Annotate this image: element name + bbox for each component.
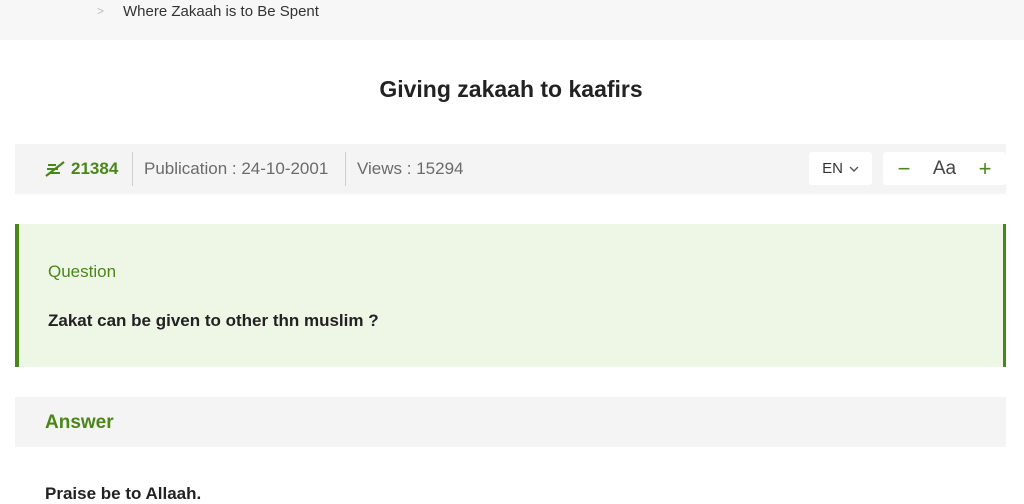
question-label: Question — [48, 262, 117, 281]
answer-label: Answer — [45, 412, 114, 433]
breadcrumb-item[interactable]: > Where Zakaah is to Be Spent — [97, 1, 319, 21]
chevron-right-icon: > — [97, 4, 105, 18]
font-size-label: Aa — [932, 157, 957, 179]
language-label: EN — [822, 160, 843, 177]
decrease-font-button[interactable]: − — [895, 152, 913, 185]
views-count: Views : 15294 — [357, 159, 464, 178]
page-title: Giving zakaah to kaafirs — [379, 76, 643, 102]
chevron-down-icon — [849, 160, 859, 177]
increase-font-button[interactable]: + — [976, 152, 994, 185]
divider — [132, 152, 133, 186]
answer-header: Answer — [15, 397, 1006, 447]
publication-date: Publication : 24-10-2001 — [144, 159, 329, 178]
meta-bar: 21384 Publication : 24-10-2001 Views : 1… — [15, 144, 1006, 194]
question-text: Zakat can be given to other thn muslim ? — [48, 311, 379, 330]
language-select[interactable]: EN — [809, 152, 872, 185]
answer-text: Praise be to Allaah. — [45, 484, 202, 503]
divider — [345, 152, 346, 186]
question-section: Question Zakat can be given to other thn… — [15, 224, 1006, 367]
breadcrumb: > Where Zakaah is to Be Spent — [0, 0, 1024, 40]
question-id: 21384 — [45, 158, 118, 180]
question-id-number: 21384 — [71, 159, 119, 178]
breadcrumb-item-label[interactable]: Where Zakaah is to Be Spent — [123, 3, 319, 20]
feather-icon — [45, 161, 65, 177]
font-size-control: − Aa + — [883, 152, 1006, 185]
